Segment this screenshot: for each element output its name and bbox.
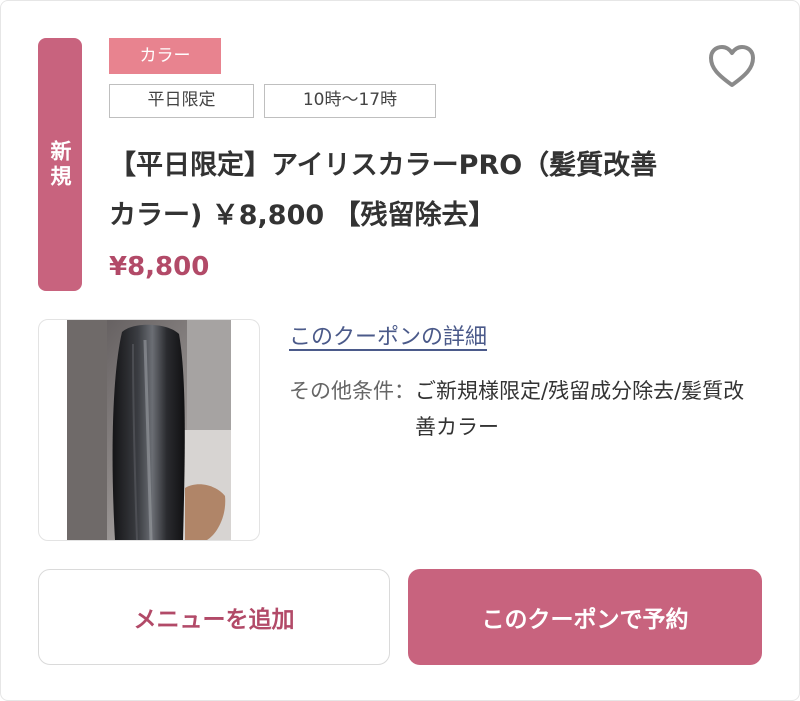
heart-outline-icon — [709, 45, 755, 87]
add-menu-button[interactable]: メニューを追加 — [38, 569, 390, 665]
coupon-price: ¥8,800 — [109, 252, 210, 282]
other-conditions-value: ご新規様限定/残留成分除去/髪質改善カラー — [415, 379, 745, 439]
time-range-tag: 10時〜17時 — [264, 84, 436, 118]
favorite-button[interactable] — [706, 41, 758, 91]
reserve-with-coupon-button[interactable]: このクーポンで予約 — [408, 569, 762, 665]
other-conditions: その他条件： ご新規様限定/残留成分除去/髪質改善カラー — [289, 373, 769, 445]
new-customer-badge: 新規 — [38, 38, 82, 291]
other-conditions-label: その他条件： — [289, 379, 415, 403]
coupon-detail-link[interactable]: このクーポンの詳細 — [289, 321, 487, 355]
coupon-photo[interactable] — [38, 319, 260, 541]
weekday-only-tag: 平日限定 — [109, 84, 254, 118]
new-badge-label: 新規 — [48, 139, 72, 190]
hair-photo-image — [67, 320, 231, 540]
coupon-card: 新規 カラー 平日限定 10時〜17時 【平日限定】アイリスカラーPRO（髪質改… — [0, 0, 800, 701]
category-tag: カラー — [109, 38, 221, 74]
coupon-title: 【平日限定】アイリスカラーPRO（髪質改善カラー) ￥8,800 【残留除去】 — [109, 150, 658, 231]
